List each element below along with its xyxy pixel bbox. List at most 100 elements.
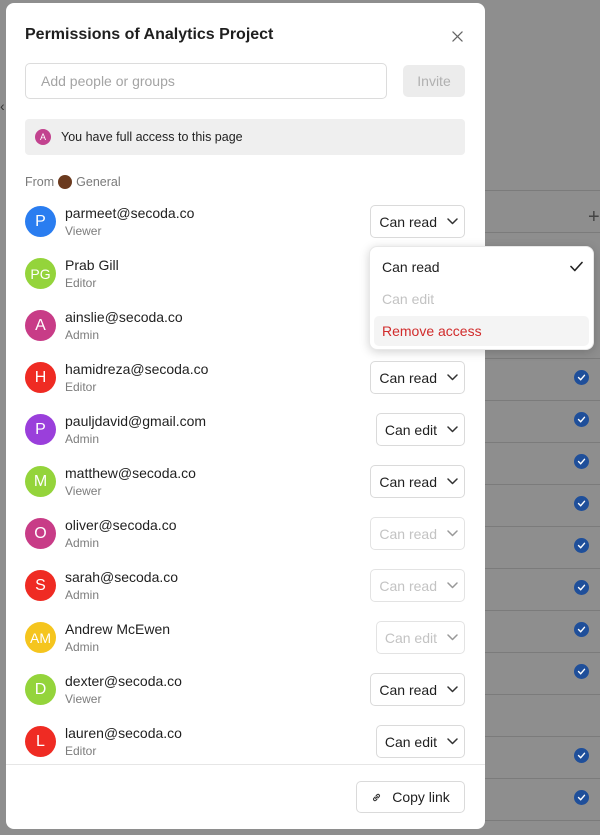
invite-button[interactable]: Invite [403, 65, 465, 97]
member-row: Ddexter@secoda.co Viewer Can read [25, 672, 465, 712]
member-name: Prab Gill [65, 257, 119, 273]
menu-item-can-edit[interactable]: Can edit [374, 284, 589, 314]
workspace-icon [58, 175, 73, 189]
member-row: Ooliver@secoda.co Admin Can read [25, 516, 465, 556]
chevron-down-icon [447, 684, 458, 695]
permission-select[interactable]: Can read [370, 569, 465, 602]
verified-icon [574, 622, 589, 637]
permission-select[interactable]: Can read [370, 673, 465, 706]
from-source: General [76, 175, 121, 189]
verified-icon [574, 748, 589, 763]
permission-value: Can edit [384, 421, 437, 438]
member-role: Admin [65, 536, 100, 550]
permissions-modal: Permissions of Analytics Project Invite … [6, 3, 485, 829]
member-role: Admin [65, 588, 100, 602]
divider [485, 652, 600, 653]
divider [485, 778, 600, 779]
access-banner: A You have full access to this page [25, 119, 465, 155]
divider [485, 358, 600, 359]
avatar: A [35, 129, 51, 145]
divider [485, 442, 600, 443]
verified-icon [574, 664, 589, 679]
avatar: S [25, 570, 56, 601]
copy-link-button[interactable]: Copy link [356, 781, 465, 813]
member-name: oliver@secoda.co [65, 517, 177, 533]
member-role: Admin [65, 328, 100, 342]
menu-item-remove-access[interactable]: Remove access [374, 316, 589, 346]
divider [485, 610, 600, 611]
modal-title: Permissions of Analytics Project [25, 26, 274, 43]
from-prefix: From [25, 175, 55, 189]
check-icon [570, 261, 583, 272]
menu-item-can-read[interactable]: Can read [374, 252, 589, 282]
member-name: lauren@secoda.co [65, 725, 182, 741]
add-icon: + [588, 206, 600, 228]
member-row: Ssarah@secoda.co Admin Can read [25, 568, 465, 608]
search-input[interactable] [25, 63, 387, 99]
divider [485, 736, 600, 737]
member-row: AM Andrew McEwen Admin Can edit [25, 620, 465, 660]
permission-value: Can read [379, 473, 437, 490]
member-row: Pparmeet@secoda.co Viewer Can read [25, 204, 465, 244]
verified-icon [574, 580, 589, 595]
member-name: sarah@secoda.co [65, 569, 179, 585]
verified-icon [574, 496, 589, 511]
avatar: AM [25, 622, 56, 653]
permission-select[interactable]: Can edit [375, 725, 465, 758]
divider [485, 232, 600, 233]
permission-select[interactable]: Can read [370, 465, 465, 498]
member-role: Viewer [65, 224, 102, 238]
divider [485, 820, 600, 821]
member-name: ainslie@secoda.co [65, 309, 183, 325]
member-name: Andrew McEwen [65, 621, 171, 637]
chevron-down-icon [447, 476, 458, 487]
member-name: dexter@secoda.co [65, 673, 182, 689]
permission-select[interactable]: Can read [370, 361, 465, 394]
member-row: Ppauljdavid@gmail.com Admin Can edit [25, 412, 465, 452]
member-name: matthew@secoda.co [65, 465, 196, 481]
verified-icon [574, 790, 589, 805]
divider [485, 484, 600, 485]
chevron-down-icon [447, 736, 458, 747]
permission-value: Can read [379, 577, 437, 594]
permission-select[interactable]: Can edit [375, 413, 465, 446]
banner-text: You have full access to this page [61, 130, 243, 144]
link-icon [373, 793, 381, 801]
chevron-down-icon [447, 632, 458, 643]
chevron-down-icon [447, 216, 458, 227]
divider [485, 694, 600, 695]
chevron-down-icon [447, 580, 458, 591]
member-role: Viewer [65, 692, 102, 706]
avatar: H [25, 362, 56, 393]
close-button[interactable] [446, 25, 468, 47]
divider [485, 190, 600, 191]
member-role: Admin [65, 432, 100, 446]
permission-value: Can edit [384, 733, 437, 750]
menu-item-label: Can edit [382, 291, 435, 307]
chevron-down-icon [447, 372, 458, 383]
permission-value: Can read [379, 369, 437, 386]
member-name: pauljdavid@gmail.com [65, 413, 207, 429]
verified-icon [574, 538, 589, 553]
member-role: Editor [65, 380, 97, 394]
divider [485, 526, 600, 527]
member-role: Editor [65, 276, 97, 290]
chevron-left-icon: ‹ [0, 98, 5, 114]
divider [485, 568, 600, 569]
permission-select[interactable]: Can read [370, 205, 465, 238]
verified-icon [574, 412, 589, 427]
avatar: A [25, 310, 56, 341]
avatar: M [25, 466, 56, 497]
avatar: L [25, 726, 56, 757]
verified-icon [574, 370, 589, 385]
permission-select[interactable]: Can edit [375, 621, 465, 654]
permission-select[interactable]: Can read [370, 517, 465, 550]
avatar: P [25, 206, 56, 237]
member-role: Editor [65, 744, 97, 758]
verified-icon [574, 454, 589, 469]
menu-item-label: Can read [382, 259, 440, 275]
divider [485, 400, 600, 401]
permission-dropdown-menu: Can read Can edit Remove access [369, 246, 594, 350]
close-icon [451, 30, 463, 42]
avatar: O [25, 518, 56, 549]
